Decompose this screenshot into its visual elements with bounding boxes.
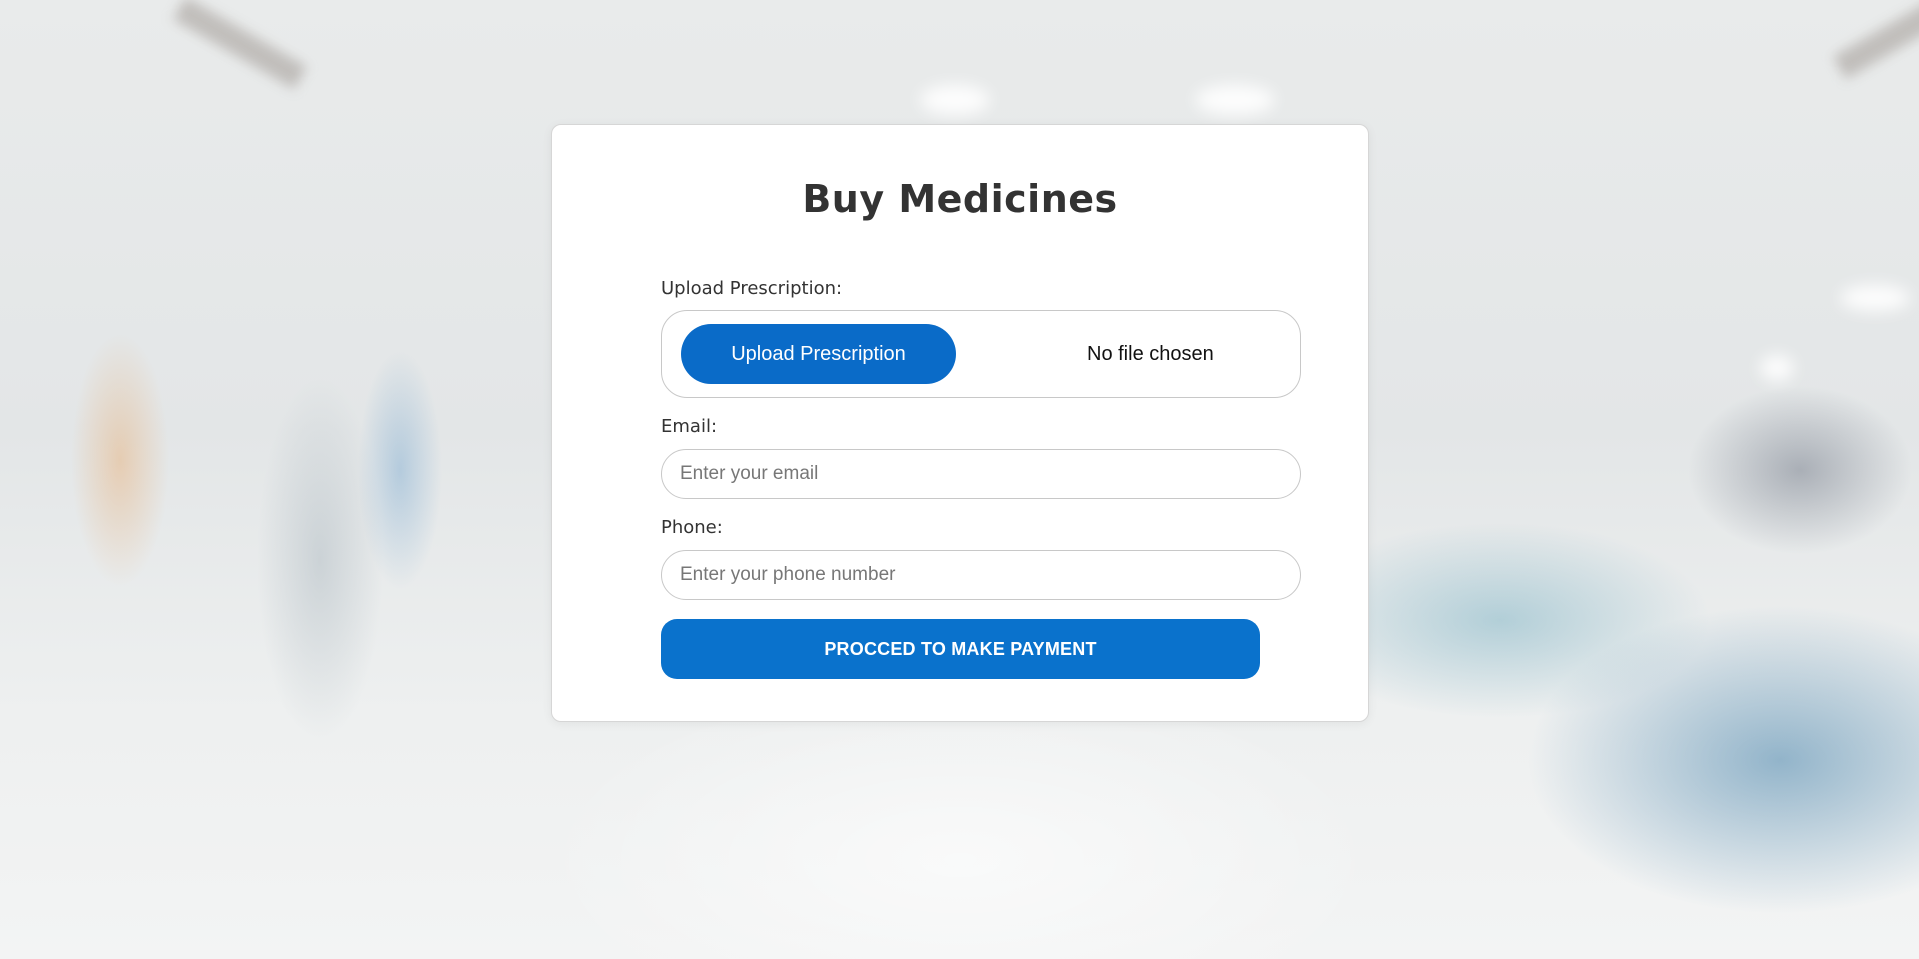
background-ceiling-stripe (172, 0, 308, 90)
background-ceiling-light (1840, 285, 1910, 311)
background-ceiling-light (1760, 355, 1794, 381)
buy-medicines-card: Buy Medicines Upload Prescription: Uploa… (551, 124, 1369, 722)
background-ceiling-stripe (1832, 0, 1919, 80)
email-field[interactable] (661, 449, 1301, 499)
upload-prescription-button[interactable]: Upload Prescription (681, 324, 956, 384)
background-ceiling-light (1195, 85, 1275, 115)
background-ceiling-light (920, 85, 990, 115)
page-title: Buy Medicines (802, 177, 1118, 221)
phone-field[interactable] (661, 550, 1301, 600)
email-label: Email: (661, 416, 718, 437)
prescription-file-input[interactable]: Upload Prescription No file chosen (661, 310, 1301, 398)
phone-label: Phone: (661, 517, 723, 538)
file-status-text: No file chosen (1087, 343, 1214, 365)
upload-prescription-label: Upload Prescription: (661, 278, 843, 299)
proceed-to-payment-button[interactable]: PROCCED TO MAKE PAYMENT (661, 619, 1260, 679)
